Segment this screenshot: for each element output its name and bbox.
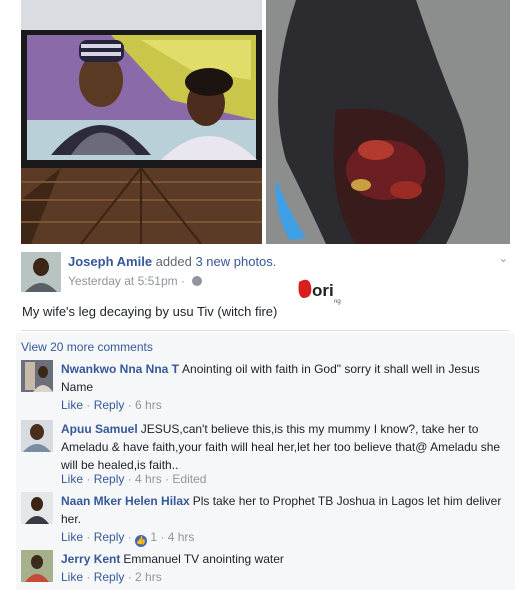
commenter-avatar[interactable]	[21, 550, 53, 582]
author-name[interactable]: Joseph Amile	[68, 254, 152, 269]
like-link[interactable]: Like	[61, 570, 83, 584]
reply-link[interactable]: Reply	[94, 570, 125, 584]
comment-time[interactable]: 2 hrs	[135, 570, 162, 584]
commenter-name[interactable]: Jerry Kent	[61, 552, 120, 566]
post-meta: Yesterday at 5:51pm ·	[68, 274, 203, 288]
comment-body: Nwankwo Nna Nna T Anointing oil with fait…	[61, 360, 506, 396]
person-icon	[21, 252, 61, 292]
like-link[interactable]: Like	[61, 472, 83, 486]
commenter-avatar[interactable]	[21, 360, 53, 392]
post-timestamp[interactable]: Yesterday at 5:51pm	[68, 274, 178, 288]
action-highlight-link[interactable]: 3 new photos	[195, 254, 272, 269]
comment-body: Jerry Kent Emmanuel TV anointing water	[61, 550, 506, 568]
person-icon	[21, 420, 53, 452]
reply-link[interactable]: Reply	[94, 472, 125, 486]
post-header: Joseph Amile added 3 new photos. Yesterd…	[21, 248, 510, 292]
commenter-avatar[interactable]	[21, 492, 53, 524]
comment-time[interactable]: 4 hrs	[168, 530, 195, 544]
person-icon	[21, 550, 53, 582]
comment-body: Naan Mker Helen Hilax Pls take her to Pro…	[61, 492, 506, 528]
comment-actions: Like · Reply · 2 hrs	[61, 570, 162, 584]
comment-time[interactable]: 6 hrs	[135, 398, 162, 412]
author-avatar[interactable]	[21, 252, 61, 292]
commenter-name[interactable]: Naan Mker Helen Hilax	[61, 494, 190, 508]
action-prefix: added	[155, 254, 192, 269]
view-more-comments-link[interactable]: View 20 more comments	[21, 340, 153, 354]
person-icon	[21, 492, 53, 524]
person-icon	[21, 360, 53, 392]
like-link[interactable]: Like	[61, 398, 83, 412]
action-suffix: .	[272, 254, 277, 269]
commenter-name[interactable]: Apuu Samuel	[61, 422, 138, 436]
author-line: Joseph Amile added 3 new photos.	[68, 254, 276, 269]
watermark-text: ori	[312, 281, 334, 300]
like-count[interactable]: 1	[150, 530, 157, 544]
comment-actions: Like · Reply · 👍 1 · 4 hrs	[61, 530, 195, 547]
post-body-text: My wife's leg decaying by usu Tiv (witch…	[22, 304, 278, 319]
divider	[21, 330, 510, 331]
commenter-name[interactable]: Nwankwo Nna Nna T	[61, 362, 179, 376]
watermark-logo: ori ng	[297, 276, 345, 306]
comment-actions: Like · Reply · 4 hrs · Edited	[61, 472, 207, 486]
author-action: added 3 new photos.	[156, 254, 277, 269]
wedding-photo[interactable]	[21, 0, 262, 244]
meta-separator: ·	[180, 274, 185, 288]
edited-label[interactable]: Edited	[172, 472, 206, 486]
leg-photo[interactable]	[266, 0, 510, 244]
comment-body: Apuu Samuel JESUS,can't believe this,is t…	[61, 420, 506, 474]
post-photo-grid	[21, 0, 510, 244]
like-link[interactable]: Like	[61, 530, 83, 544]
globe-icon[interactable]	[192, 276, 203, 286]
reply-link[interactable]: Reply	[94, 398, 125, 412]
comment-time[interactable]: 4 hrs	[135, 472, 162, 486]
leg-photo-image	[266, 0, 510, 244]
thumbs-up-icon[interactable]: 👍	[135, 535, 148, 547]
chevron-down-icon[interactable]: ⌄	[499, 252, 508, 265]
watermark-sub: ng	[334, 299, 341, 305]
comment-text: Emmanuel TV anointing water	[123, 552, 284, 566]
watermark-icon: ori ng	[298, 279, 341, 305]
commenter-avatar[interactable]	[21, 420, 53, 452]
wedding-photo-image	[21, 0, 262, 244]
comment-actions: Like · Reply · 6 hrs	[61, 398, 162, 412]
reply-link[interactable]: Reply	[94, 530, 125, 544]
